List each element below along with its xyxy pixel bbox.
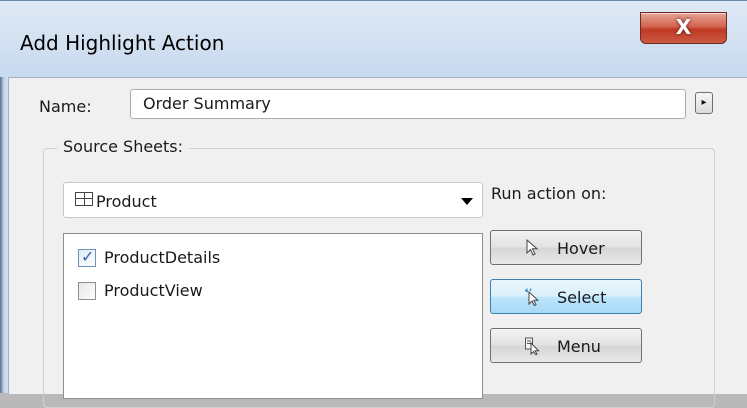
window-frame-left: [0, 77, 8, 393]
run-action-label: Run action on:: [491, 184, 607, 203]
checkmark-icon: ✓: [81, 247, 95, 266]
list-item-label: ProductView: [104, 281, 203, 300]
source-sheets-label: Source Sheets:: [57, 137, 190, 156]
chevron-down-icon: [461, 198, 473, 205]
click-select-icon: [525, 288, 540, 306]
insert-field-button[interactable]: ▸: [695, 92, 713, 114]
source-sheet-dropdown[interactable]: Product: [63, 182, 483, 218]
menu-pointer-icon: [525, 337, 540, 355]
dialog-window: Add Highlight Action X Name: Order Summa…: [0, 0, 747, 408]
checkbox-productdetails[interactable]: ✓: [78, 247, 96, 267]
list-item-label: ProductDetails: [104, 248, 221, 267]
pointer-icon: [526, 239, 539, 256]
dialog-content: Name: Order Summary ▸ Source Sheets: Pro…: [8, 77, 747, 408]
table-icon: [75, 192, 93, 206]
dialog-title: Add Highlight Action: [20, 31, 225, 55]
name-input[interactable]: Order Summary: [130, 89, 686, 119]
close-button[interactable]: X: [640, 12, 727, 44]
menu-button-label: Menu: [557, 337, 601, 356]
sheet-checklist: ✓ ProductDetails ProductView: [63, 233, 483, 399]
selected-sheet-label: Product: [96, 192, 157, 211]
menu-button[interactable]: Menu: [490, 328, 642, 363]
hover-button-label: Hover: [557, 239, 605, 258]
select-button-label: Select: [557, 288, 607, 307]
hover-button[interactable]: Hover: [490, 230, 642, 265]
select-button[interactable]: Select: [490, 279, 642, 314]
checkbox-productview[interactable]: [78, 282, 96, 300]
name-label: Name:: [39, 97, 92, 116]
